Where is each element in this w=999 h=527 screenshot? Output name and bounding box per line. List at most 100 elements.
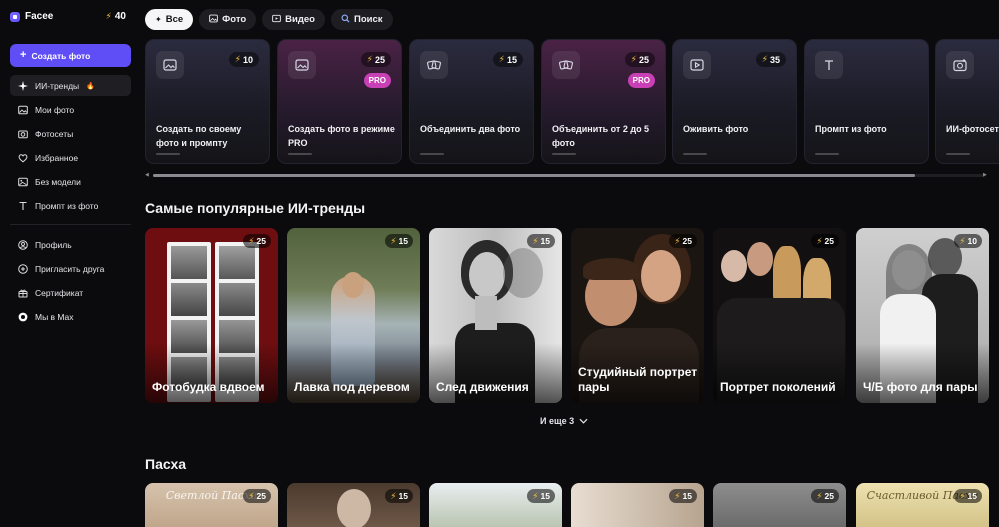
sidebar-item-label: Фотосеты bbox=[35, 128, 74, 139]
sidebar-item-profile[interactable]: Профиль bbox=[10, 234, 131, 255]
sidebar-item-certificate[interactable]: Сертификат bbox=[10, 282, 131, 303]
tool-card-animate[interactable]: ⚡ 35 Оживить фото bbox=[672, 39, 797, 164]
tool-card-title: Создать фото в режиме PRO bbox=[288, 124, 395, 148]
cost-badge: ⚡ 10 bbox=[954, 234, 982, 248]
cost-badge: ⚡ 10 bbox=[228, 52, 259, 67]
cost-value: 25 bbox=[638, 54, 649, 65]
tool-card-merge-many[interactable]: ⚡ 25 PRO Объединить от 2 до 5 фото bbox=[541, 39, 666, 164]
tool-cards: ⚡ 10 Создать по своему фото и промпту ⚡ 25… bbox=[145, 39, 999, 164]
tool-card-title: Создать по своему фото и промпту bbox=[156, 124, 242, 148]
sidebar-item-label: Пригласить друга bbox=[35, 263, 105, 274]
sidebar-item-max[interactable]: Мы в Max bbox=[10, 306, 131, 327]
fire-icon: 🔥 bbox=[86, 82, 95, 90]
cost-value: 15 bbox=[967, 491, 977, 501]
show-more-button[interactable]: И еще 3 bbox=[540, 416, 588, 426]
plus-icon: + bbox=[20, 49, 27, 61]
bolt-icon: ⚡ bbox=[390, 490, 397, 501]
cost-value: 15 bbox=[506, 54, 517, 65]
easter-row: Светлой Пасхи ⚡ 25 ⚡ 15 ⚡ 15 ⚡ 15 ⚡ 25 Счастл… bbox=[145, 483, 999, 527]
cost-value: 15 bbox=[540, 491, 550, 501]
scroll-thumb[interactable] bbox=[153, 174, 915, 177]
trend-card-photobooth[interactable]: ⚡ 25 Фотобудка вдвоем bbox=[145, 228, 278, 403]
tool-card-title: Промпт из фото bbox=[815, 124, 887, 134]
tab-all[interactable]: ✦ Все bbox=[145, 9, 194, 30]
cost-value: 10 bbox=[242, 54, 253, 65]
trend-card-studio-couple[interactable]: ⚡ 25 Студийный портрет пары bbox=[571, 228, 704, 403]
tool-card-create-pro[interactable]: ⚡ 25 PRO Создать фото в режиме PRO bbox=[277, 39, 402, 164]
bolt-icon: ⚡ bbox=[532, 490, 539, 501]
cost-badge: ⚡ 15 bbox=[385, 234, 413, 248]
pro-badge: PRO bbox=[627, 73, 655, 88]
easter-card[interactable]: Светлой Пасхи ⚡ 25 bbox=[145, 483, 278, 527]
tab-photo[interactable]: Фото bbox=[199, 9, 257, 30]
brand-name: Facee bbox=[25, 11, 54, 22]
tool-card-indicator bbox=[156, 153, 180, 155]
cost-badge: ⚡ 25 bbox=[811, 234, 839, 248]
tool-card-indicator bbox=[815, 153, 839, 155]
trend-card-bench[interactable]: ⚡ 15 Лавка под деревом bbox=[287, 228, 420, 403]
cost-value: 25 bbox=[256, 236, 266, 246]
tab-video[interactable]: Видео bbox=[262, 9, 325, 30]
bolt-icon: ⚡ bbox=[761, 54, 768, 64]
cost-badge: ⚡ 15 bbox=[492, 52, 523, 67]
tool-card-ai-photoset[interactable]: ИИ-фотосет bbox=[935, 39, 999, 164]
tool-card-indicator bbox=[420, 153, 444, 155]
sidebar-item-prompt-from-photo[interactable]: Промпт из фото bbox=[10, 195, 131, 216]
image-icon bbox=[18, 105, 28, 115]
gallery-icon bbox=[18, 177, 28, 187]
bolt-icon: ⚡ bbox=[248, 490, 255, 501]
sidebar-item-label: Мои фото bbox=[35, 104, 75, 115]
cost-badge: ⚡ 25 bbox=[243, 234, 271, 248]
cost-badge: ⚡ 15 bbox=[385, 489, 413, 503]
scroll-left-icon[interactable]: ◀ bbox=[145, 172, 149, 178]
image-icon bbox=[288, 51, 316, 79]
bolt-icon: ⚡ bbox=[674, 235, 681, 246]
section-title-trends: Самые популярные ИИ-тренды bbox=[145, 200, 366, 216]
sidebar-item-ai-trends[interactable]: ИИ-тренды 🔥 bbox=[10, 75, 131, 96]
tool-card-prompt-from-photo[interactable]: Промпт из фото bbox=[804, 39, 929, 164]
cost-badge: ⚡ 25 bbox=[811, 489, 839, 503]
easter-card[interactable]: Счастливой Пасхи ⚡ 15 bbox=[856, 483, 989, 527]
sidebar-item-label: Без модели bbox=[35, 176, 81, 187]
trend-card-bw-couple[interactable]: ⚡ 10 Ч/Б фото для пары bbox=[856, 228, 989, 403]
sidebar-item-my-photos[interactable]: Мои фото bbox=[10, 99, 131, 120]
trend-card-motion-trail[interactable]: ⚡ 15 След движения bbox=[429, 228, 562, 403]
bolt-icon: ⚡ bbox=[674, 490, 681, 501]
sidebar-item-invite[interactable]: Пригласить друга bbox=[10, 258, 131, 279]
bolt-icon: ⚡ bbox=[532, 235, 539, 246]
tool-card-indicator bbox=[288, 153, 312, 155]
cost-value: 25 bbox=[256, 491, 266, 501]
brand[interactable]: Facee bbox=[10, 11, 53, 22]
sidebar: Facee ⚡ 40 + Создать фото ИИ-тренды 🔥 Мо… bbox=[0, 0, 140, 527]
tab-label: Все bbox=[165, 14, 184, 25]
tool-card-merge-two[interactable]: ⚡ 15 Объединить два фото bbox=[409, 39, 534, 164]
credits-balance[interactable]: ⚡ 40 bbox=[106, 11, 126, 22]
video-icon bbox=[683, 51, 711, 79]
cost-value: 15 bbox=[682, 491, 692, 501]
create-photo-button[interactable]: + Создать фото bbox=[10, 44, 131, 67]
easter-card[interactable]: ⚡ 15 bbox=[287, 483, 420, 527]
tab-search[interactable]: Поиск bbox=[330, 9, 393, 30]
sidebar-item-label: Сертификат bbox=[35, 287, 84, 298]
scroll-right-icon[interactable]: ▶ bbox=[983, 172, 987, 178]
easter-card[interactable]: ⚡ 15 bbox=[429, 483, 562, 527]
easter-card[interactable]: ⚡ 15 bbox=[571, 483, 704, 527]
bolt-icon: ⚡ bbox=[630, 54, 637, 64]
cost-value: 35 bbox=[769, 54, 780, 65]
bolt-icon: ⚡ bbox=[959, 490, 966, 501]
section-title-easter: Пасха bbox=[145, 456, 187, 472]
video-icon bbox=[272, 14, 281, 26]
text-icon bbox=[18, 201, 28, 211]
sidebar-item-favorites[interactable]: Избранное bbox=[10, 147, 131, 168]
sidebar-item-label: Промпт из фото bbox=[35, 200, 99, 211]
tool-card-create-own[interactable]: ⚡ 10 Создать по своему фото и промпту bbox=[145, 39, 270, 164]
sidebar-item-photosets[interactable]: Фотосеты bbox=[10, 123, 131, 144]
image-icon bbox=[156, 51, 184, 79]
easter-card[interactable]: ⚡ 25 bbox=[713, 483, 846, 527]
show-more-label: И еще 3 bbox=[540, 416, 575, 426]
sidebar-item-no-model[interactable]: Без модели bbox=[10, 171, 131, 192]
trend-card-generations[interactable]: ⚡ 25 Портрет поколений bbox=[713, 228, 846, 403]
heart-icon bbox=[18, 153, 28, 163]
tools-scrollbar[interactable]: ◀ ▶ bbox=[145, 172, 990, 178]
bolt-icon: ⚡ bbox=[366, 54, 373, 64]
